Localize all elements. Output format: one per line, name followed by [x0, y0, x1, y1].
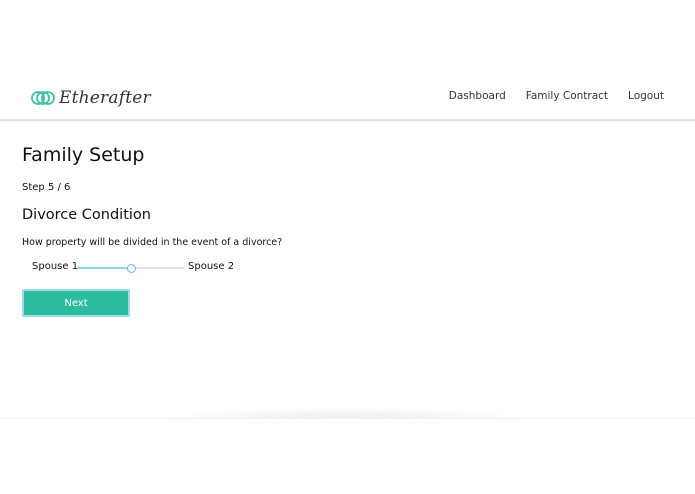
nav-links: Dashboard Family Contract Logout: [449, 90, 664, 102]
brand-name: Etherafter: [59, 88, 151, 108]
slider-track[interactable]: [77, 264, 185, 273]
slider-right-label: Spouse 2: [188, 261, 235, 272]
nav-link-dashboard[interactable]: Dashboard: [449, 90, 506, 102]
slider-thumb[interactable]: [127, 264, 136, 273]
question-text: How property will be divided in the even…: [22, 237, 283, 248]
nav-link-family-contract[interactable]: Family Contract: [526, 90, 608, 102]
next-button[interactable]: Next: [22, 289, 130, 317]
section-title: Divorce Condition: [22, 207, 151, 223]
page-title: Family Setup: [22, 144, 145, 166]
nav-link-logout[interactable]: Logout: [628, 90, 664, 102]
bottom-divider: [0, 418, 695, 419]
navbar: Etherafter Dashboard Family Contract Log…: [0, 78, 695, 121]
property-division-slider: Spouse 1 Spouse 2: [32, 261, 282, 275]
brand-logo[interactable]: Etherafter: [31, 87, 151, 109]
slider-fill: [77, 267, 131, 269]
rings-logo-icon: [31, 91, 55, 105]
step-indicator: Step 5 / 6: [22, 182, 71, 193]
top-blank-area: [0, 0, 695, 78]
slider-left-label: Spouse 1: [32, 261, 79, 272]
